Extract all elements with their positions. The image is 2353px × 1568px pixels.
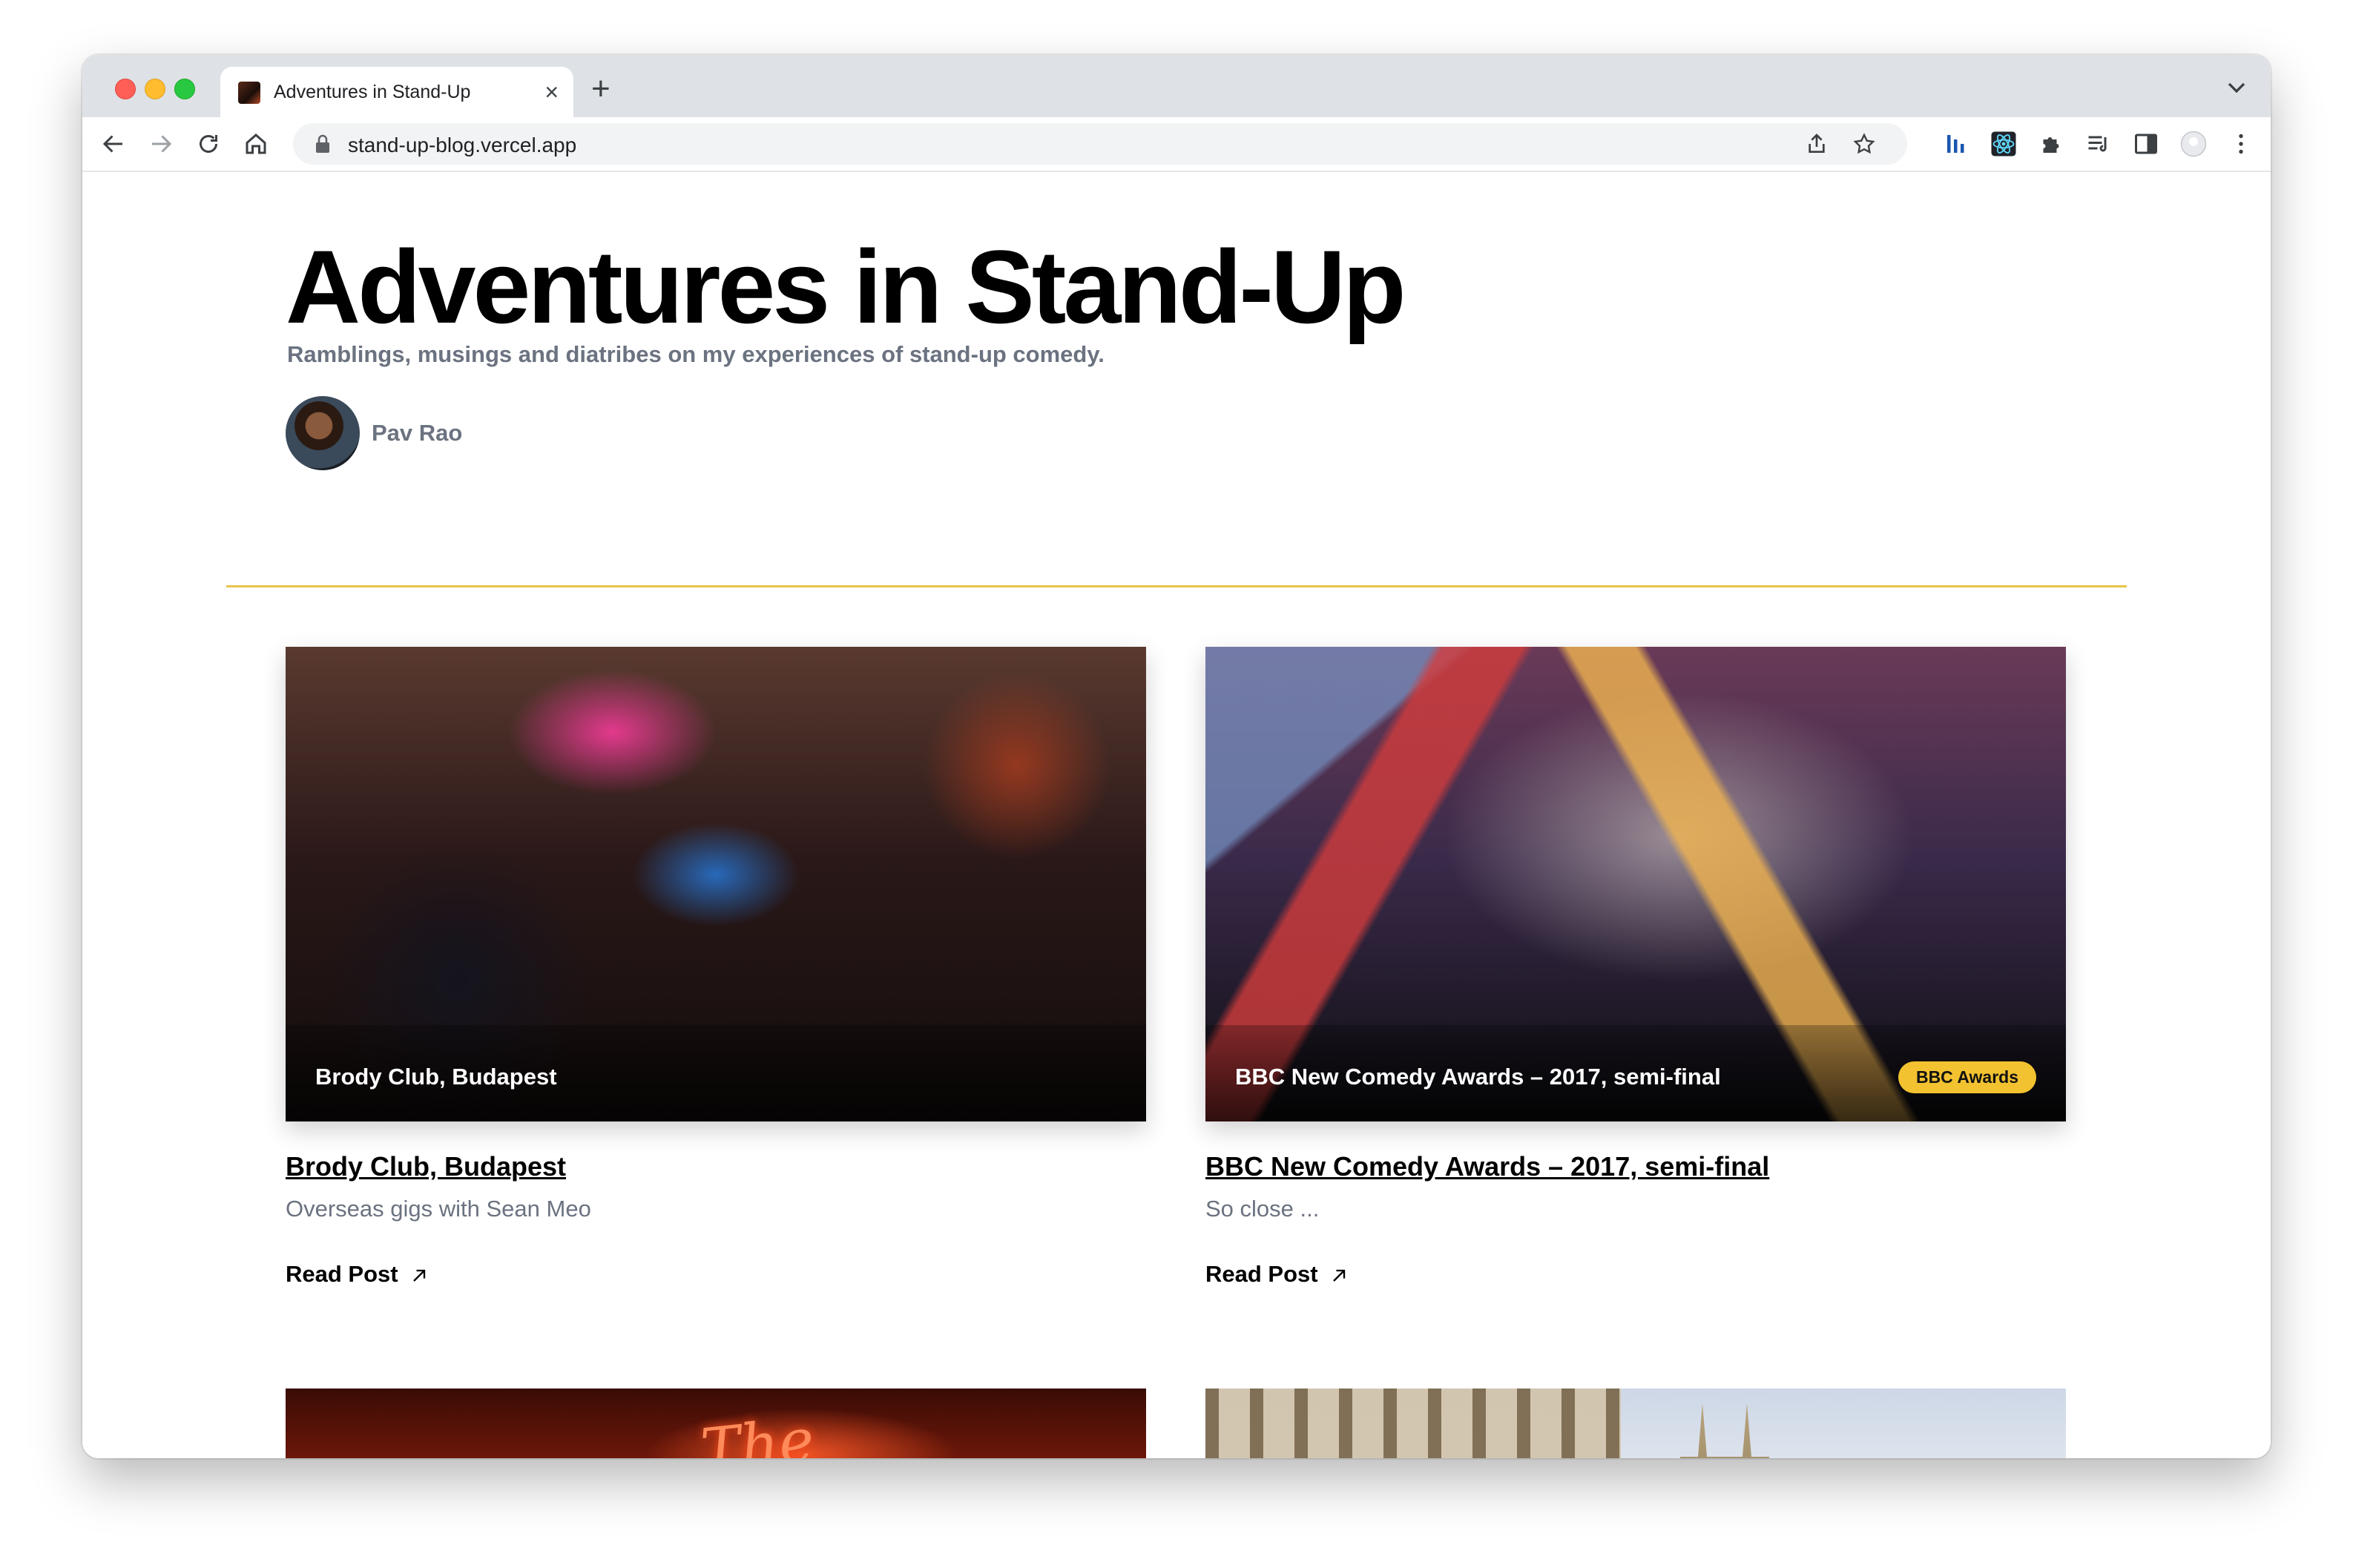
image-overlay: BBC New Comedy Awards – 2017, semi-final… <box>1205 1025 2066 1121</box>
bookmark-star-icon[interactable] <box>1852 132 1876 156</box>
post-image-caption: Brody Club, Budapest <box>315 1064 557 1090</box>
browser-window: Adventures in Stand-Up × + stand-up-blog… <box>82 55 2271 1458</box>
category-badge[interactable]: BBC Awards <box>1898 1061 2036 1093</box>
side-panel-icon[interactable] <box>2133 131 2159 157</box>
address-bar[interactable]: stand-up-blog.vercel.app <box>293 123 1907 165</box>
back-icon[interactable] <box>100 131 127 157</box>
avatar <box>286 396 360 470</box>
tab-title: Adventures in Stand-Up <box>274 82 471 102</box>
reading-list-icon[interactable] <box>2085 131 2112 157</box>
post-excerpt: Overseas gigs with Sean Meo <box>286 1196 591 1222</box>
post-image-caption: BBC New Comedy Awards – 2017, semi-final <box>1235 1064 1721 1090</box>
chevron-down-icon[interactable] <box>2222 73 2251 102</box>
read-post-label: Read Post <box>1205 1261 1318 1287</box>
author-name: Pav Rao <box>372 420 463 446</box>
post-excerpt: So close ... <box>1205 1196 1320 1222</box>
image-overlay: Brody Club, Budapest <box>286 1025 1146 1121</box>
profile-icon[interactable] <box>2180 131 2207 157</box>
menu-icon[interactable] <box>2228 131 2254 157</box>
post-image-bbc-awards[interactable]: BBC New Comedy Awards – 2017, semi-final… <box>1205 647 2066 1121</box>
react-devtools-icon[interactable] <box>1990 131 2017 157</box>
tab-strip: Adventures in Stand-Up × + <box>82 55 2271 117</box>
lock-icon <box>316 134 329 153</box>
read-post-label: Read Post <box>286 1261 398 1287</box>
post-title-link[interactable]: Brody Club, Budapest <box>286 1151 566 1182</box>
forward-icon[interactable] <box>148 131 174 157</box>
read-post-link[interactable]: Read Post <box>1205 1261 1349 1288</box>
arrow-up-right-icon <box>412 1269 425 1282</box>
url-text: stand-up-blog.vercel.app <box>348 134 577 157</box>
browser-toolbar: stand-up-blog.vercel.app <box>82 117 2271 172</box>
arrow-up-right-icon <box>1332 1269 1345 1282</box>
post-title-link[interactable]: BBC New Comedy Awards – 2017, semi-final <box>1205 1151 1769 1182</box>
favicon-icon <box>238 82 260 104</box>
neon-sign-image: The <box>697 1405 817 1458</box>
post-image-cathedral[interactable] <box>1205 1389 2066 1458</box>
minimize-window-button[interactable] <box>145 79 165 99</box>
close-window-button[interactable] <box>115 79 136 99</box>
tab-active[interactable]: Adventures in Stand-Up × <box>220 67 573 117</box>
extension-bars-icon[interactable] <box>1943 131 1969 157</box>
zoom-window-button[interactable] <box>174 79 195 99</box>
share-icon[interactable] <box>1805 132 1829 156</box>
page-title: Adventures in Stand-Up <box>286 228 1406 345</box>
tab-close-button[interactable]: × <box>544 77 559 107</box>
new-tab-button[interactable]: + <box>591 73 611 105</box>
divider <box>226 585 2127 587</box>
post-image-brody-club[interactable]: Brody Club, Budapest <box>286 647 1146 1121</box>
sky-image <box>1621 1389 2066 1458</box>
puzzle-icon[interactable] <box>2038 131 2064 157</box>
read-post-link[interactable]: Read Post <box>286 1261 430 1288</box>
page-content: Adventures in Stand-Up Ramblings, musing… <box>82 172 2271 1458</box>
home-icon[interactable] <box>243 131 269 157</box>
reload-icon[interactable] <box>195 131 222 157</box>
blog-tagline: Ramblings, musings and diatribes on my e… <box>287 341 1105 367</box>
post-image-comedy-store[interactable]: The <box>286 1389 1146 1458</box>
